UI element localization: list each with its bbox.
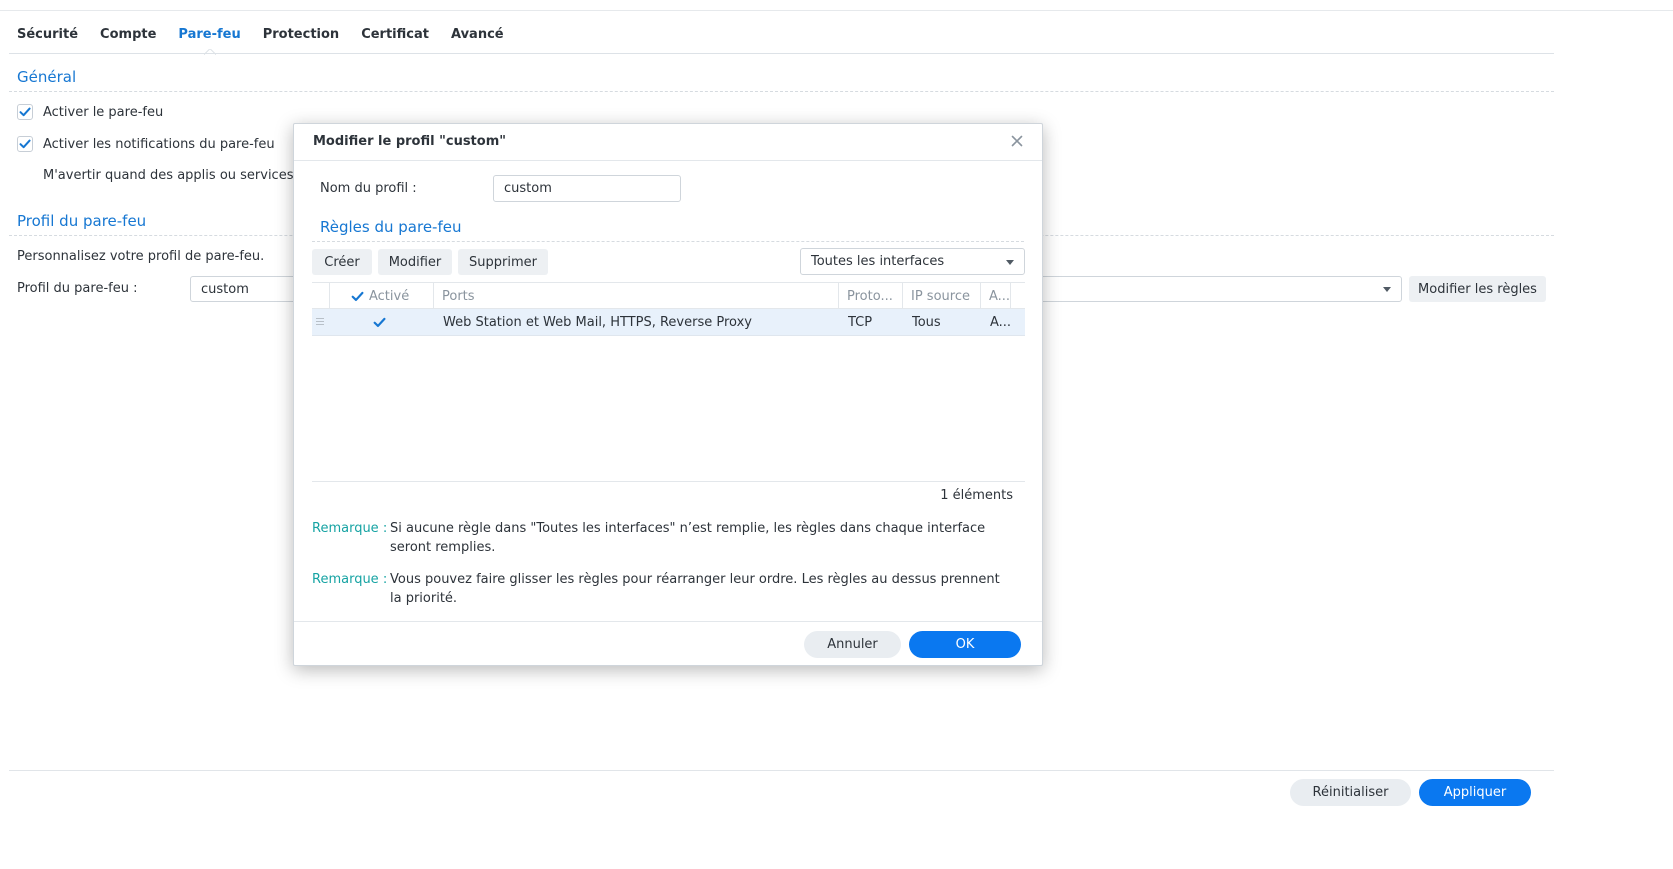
enable-notifications-row: Activer les notifications du pare-feu — [17, 136, 275, 152]
general-divider — [9, 91, 1554, 92]
row-source-ip: Tous — [912, 314, 941, 330]
checkmark-icon[interactable] — [350, 289, 365, 304]
cancel-button[interactable]: Annuler — [804, 631, 901, 658]
checkmark-icon — [373, 317, 386, 327]
table-footer-divider — [312, 481, 1025, 482]
close-icon[interactable] — [1009, 133, 1025, 149]
rules-table-header: Activé Ports Proto... IP source A... — [312, 282, 1025, 309]
tab-compte[interactable]: Compte — [100, 27, 156, 54]
profile-description: Personnalisez votre profil de pare-feu. — [17, 249, 265, 264]
tabs-divider — [9, 53, 1554, 54]
column-ports[interactable]: Ports — [434, 283, 839, 309]
tab-certificat[interactable]: Certificat — [361, 27, 429, 54]
item-count: 1 éléments — [940, 488, 1013, 503]
enable-firewall-label: Activer le pare-feu — [43, 104, 164, 120]
top-divider — [0, 10, 1673, 11]
profile-select-value: custom — [201, 282, 249, 297]
tab-securite[interactable]: Sécurité — [17, 27, 78, 54]
dropdown-arrow-icon — [1006, 260, 1014, 265]
ok-button[interactable]: OK — [909, 631, 1021, 658]
profile-name-input[interactable]: custom — [493, 175, 681, 202]
enable-notifications-checkbox[interactable] — [17, 136, 33, 152]
interface-select[interactable]: Toutes les interfaces — [800, 248, 1025, 275]
apply-button[interactable]: Appliquer — [1419, 779, 1531, 806]
row-ports: Web Station et Web Mail, HTTPS, Reverse … — [443, 314, 752, 330]
profile-section-title: Profil du pare-feu — [17, 212, 147, 230]
tab-pare-feu[interactable]: Pare-feu — [178, 27, 240, 54]
row-action: A... — [990, 314, 1012, 330]
column-drag — [312, 283, 330, 309]
interface-select-value: Toutes les interfaces — [811, 254, 945, 269]
remark-text: Vous pouvez faire glisser les règles pou… — [390, 572, 1000, 606]
delete-rule-button[interactable]: Supprimer — [458, 249, 548, 275]
edit-rule-button[interactable]: Modifier — [378, 249, 452, 275]
rules-divider — [312, 241, 1024, 242]
tab-protection[interactable]: Protection — [263, 27, 339, 54]
checkmark-icon — [19, 107, 31, 117]
row-active-checkbox[interactable] — [372, 309, 392, 335]
profile-label: Profil du pare-feu : — [17, 281, 138, 296]
drag-handle-icon[interactable] — [316, 318, 324, 327]
dialog-title: Modifier le profil "custom" — [313, 134, 507, 149]
column-protocol[interactable]: Proto... — [839, 283, 903, 309]
general-section-title: Général — [17, 68, 77, 86]
column-active[interactable]: Activé — [330, 283, 434, 309]
reset-button[interactable]: Réinitialiser — [1290, 779, 1411, 806]
enable-notifications-label: Activer les notifications du pare-feu — [43, 136, 275, 152]
enable-firewall-row: Activer le pare-feu — [17, 104, 163, 120]
edit-rules-button[interactable]: Modifier les règles — [1409, 276, 1546, 302]
footer-divider — [9, 770, 1554, 771]
remark-2: Remarque : Vous pouvez faire glisser les… — [312, 570, 1012, 610]
create-rule-button[interactable]: Créer — [312, 249, 372, 275]
tab-pare-feu-label: Pare-feu — [178, 27, 241, 42]
row-protocol: TCP — [848, 314, 873, 330]
table-row[interactable]: Web Station et Web Mail, HTTPS, Reverse … — [312, 309, 1025, 336]
column-source-ip[interactable]: IP source — [903, 283, 981, 309]
active-tab-indicator — [204, 49, 216, 55]
column-active-label: Activé — [369, 288, 410, 304]
tab-avance[interactable]: Avancé — [451, 27, 504, 54]
remark-1: Remarque : Si aucune règle dans "Toutes … — [312, 519, 1012, 559]
profile-name-label: Nom du profil : — [320, 181, 417, 196]
dialog-header-divider — [294, 160, 1042, 161]
dialog-footer-divider — [294, 621, 1042, 622]
edit-profile-dialog: Modifier le profil "custom" Nom du profi… — [293, 123, 1043, 666]
remark-label: Remarque : — [312, 572, 388, 587]
checkmark-icon — [19, 139, 31, 149]
tab-bar: Sécurité Compte Pare-feu Protection Cert… — [17, 27, 526, 54]
column-action[interactable]: A... — [981, 283, 1011, 309]
remark-label: Remarque : — [312, 521, 388, 536]
rules-section-title: Règles du pare-feu — [320, 218, 462, 236]
dropdown-arrow-icon — [1383, 287, 1391, 292]
enable-firewall-checkbox[interactable] — [17, 104, 33, 120]
remark-text: Si aucune règle dans "Toutes les interfa… — [390, 521, 986, 555]
rules-table: Activé Ports Proto... IP source A... Web… — [312, 282, 1025, 482]
warn-apps-label: M'avertir quand des applis ou services s… — [43, 168, 312, 183]
